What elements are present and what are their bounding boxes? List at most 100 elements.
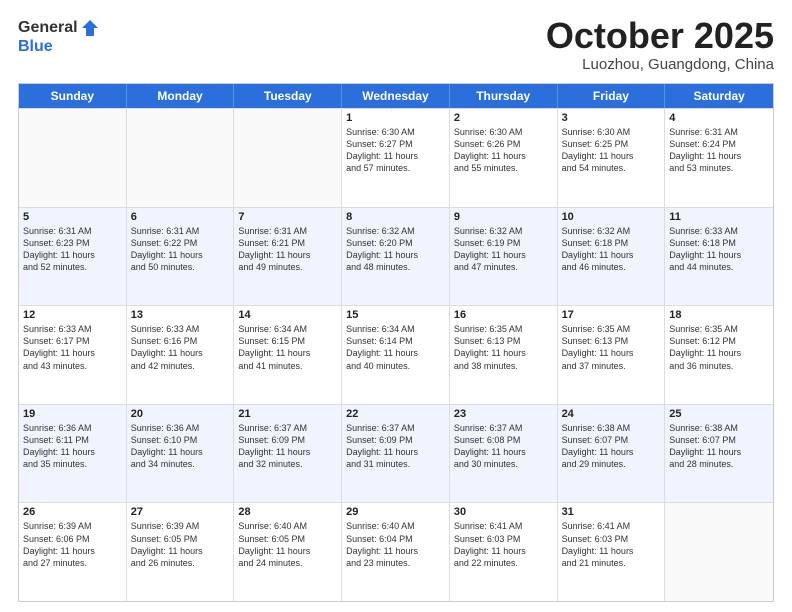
logo-blue: Blue [18,38,53,56]
cell-line: Sunrise: 6:31 AM [23,225,122,237]
cell-line: and 34 minutes. [131,458,230,470]
cell-line: Sunset: 6:05 PM [238,533,337,545]
calendar-cell: 31Sunrise: 6:41 AMSunset: 6:03 PMDayligh… [558,503,666,601]
cell-line: and 22 minutes. [454,557,553,569]
calendar-cell: 7Sunrise: 6:31 AMSunset: 6:21 PMDaylight… [234,208,342,306]
cell-line: Sunset: 6:05 PM [131,533,230,545]
cell-line: and 43 minutes. [23,360,122,372]
cell-line: and 47 minutes. [454,261,553,273]
cell-line: Daylight: 11 hours [346,249,445,261]
cell-line: Sunset: 6:27 PM [346,138,445,150]
calendar-cell: 11Sunrise: 6:33 AMSunset: 6:18 PMDayligh… [665,208,773,306]
cell-line: Sunrise: 6:30 AM [562,126,661,138]
calendar-row: 1Sunrise: 6:30 AMSunset: 6:27 PMDaylight… [19,108,773,207]
calendar-cell: 2Sunrise: 6:30 AMSunset: 6:26 PMDaylight… [450,109,558,207]
cell-line: Sunrise: 6:36 AM [131,422,230,434]
calendar-cell: 16Sunrise: 6:35 AMSunset: 6:13 PMDayligh… [450,306,558,404]
day-number: 6 [131,211,230,223]
day-number: 19 [23,408,122,420]
cell-line: Sunrise: 6:41 AM [562,520,661,532]
cell-line: Daylight: 11 hours [346,446,445,458]
cell-line: Sunset: 6:09 PM [238,434,337,446]
cell-line: Sunset: 6:07 PM [669,434,769,446]
cell-line: Daylight: 11 hours [131,545,230,557]
calendar-row: 5Sunrise: 6:31 AMSunset: 6:23 PMDaylight… [19,207,773,306]
cell-line: and 37 minutes. [562,360,661,372]
day-number: 17 [562,309,661,321]
calendar-row: 12Sunrise: 6:33 AMSunset: 6:17 PMDayligh… [19,305,773,404]
page: General Blue October 2025 Luozhou, Guang… [0,0,792,612]
cell-line: Sunrise: 6:31 AM [669,126,769,138]
calendar-cell: 20Sunrise: 6:36 AMSunset: 6:10 PMDayligh… [127,405,235,503]
weekday-header: Saturday [665,84,773,108]
calendar-cell: 19Sunrise: 6:36 AMSunset: 6:11 PMDayligh… [19,405,127,503]
cell-line: Sunset: 6:19 PM [454,237,553,249]
calendar-cell: 6Sunrise: 6:31 AMSunset: 6:22 PMDaylight… [127,208,235,306]
calendar-cell: 1Sunrise: 6:30 AMSunset: 6:27 PMDaylight… [342,109,450,207]
day-number: 16 [454,309,553,321]
calendar-cell: 9Sunrise: 6:32 AMSunset: 6:19 PMDaylight… [450,208,558,306]
cell-line: and 32 minutes. [238,458,337,470]
cell-line: Daylight: 11 hours [131,347,230,359]
cell-line: and 50 minutes. [131,261,230,273]
weekday-header: Wednesday [342,84,450,108]
calendar-cell: 25Sunrise: 6:38 AMSunset: 6:07 PMDayligh… [665,405,773,503]
cell-line: Sunrise: 6:37 AM [454,422,553,434]
cell-line: Daylight: 11 hours [669,150,769,162]
weekday-header: Friday [558,84,666,108]
cell-line: Daylight: 11 hours [669,347,769,359]
cell-line: and 38 minutes. [454,360,553,372]
cell-line: Sunrise: 6:41 AM [454,520,553,532]
cell-line: Daylight: 11 hours [346,150,445,162]
calendar-row: 26Sunrise: 6:39 AMSunset: 6:06 PMDayligh… [19,502,773,601]
cell-line: Daylight: 11 hours [346,347,445,359]
calendar-cell: 26Sunrise: 6:39 AMSunset: 6:06 PMDayligh… [19,503,127,601]
cell-line: Daylight: 11 hours [23,249,122,261]
day-number: 24 [562,408,661,420]
day-number: 4 [669,112,769,124]
calendar-cell: 14Sunrise: 6:34 AMSunset: 6:15 PMDayligh… [234,306,342,404]
cell-line: Daylight: 11 hours [346,545,445,557]
cell-line: and 40 minutes. [346,360,445,372]
day-number: 29 [346,506,445,518]
cell-line: Sunrise: 6:35 AM [669,323,769,335]
calendar-cell: 3Sunrise: 6:30 AMSunset: 6:25 PMDaylight… [558,109,666,207]
cell-line: Daylight: 11 hours [23,446,122,458]
cell-line: Daylight: 11 hours [131,446,230,458]
cell-line: Daylight: 11 hours [454,545,553,557]
day-number: 21 [238,408,337,420]
cell-line: and 46 minutes. [562,261,661,273]
cell-line: and 57 minutes. [346,162,445,174]
cell-line: Sunrise: 6:30 AM [346,126,445,138]
calendar-cell [665,503,773,601]
cell-line: Sunset: 6:18 PM [669,237,769,249]
cell-line: Sunrise: 6:33 AM [23,323,122,335]
cell-line: and 26 minutes. [131,557,230,569]
cell-line: and 54 minutes. [562,162,661,174]
day-number: 14 [238,309,337,321]
cell-line: Sunrise: 6:35 AM [454,323,553,335]
day-number: 11 [669,211,769,223]
cell-line: Sunset: 6:14 PM [346,335,445,347]
cell-line: Daylight: 11 hours [23,347,122,359]
calendar-cell: 21Sunrise: 6:37 AMSunset: 6:09 PMDayligh… [234,405,342,503]
day-number: 3 [562,112,661,124]
day-number: 5 [23,211,122,223]
cell-line: Sunset: 6:23 PM [23,237,122,249]
cell-line: and 42 minutes. [131,360,230,372]
calendar-cell: 18Sunrise: 6:35 AMSunset: 6:12 PMDayligh… [665,306,773,404]
weekday-header: Monday [127,84,235,108]
day-number: 26 [23,506,122,518]
cell-line: Sunset: 6:17 PM [23,335,122,347]
day-number: 30 [454,506,553,518]
cell-line: Sunset: 6:06 PM [23,533,122,545]
cell-line: Daylight: 11 hours [562,545,661,557]
day-number: 10 [562,211,661,223]
cell-line: and 55 minutes. [454,162,553,174]
cell-line: Sunset: 6:15 PM [238,335,337,347]
cell-line: Sunrise: 6:33 AM [131,323,230,335]
day-number: 9 [454,211,553,223]
day-number: 23 [454,408,553,420]
cell-line: and 27 minutes. [23,557,122,569]
cell-line: Daylight: 11 hours [562,446,661,458]
